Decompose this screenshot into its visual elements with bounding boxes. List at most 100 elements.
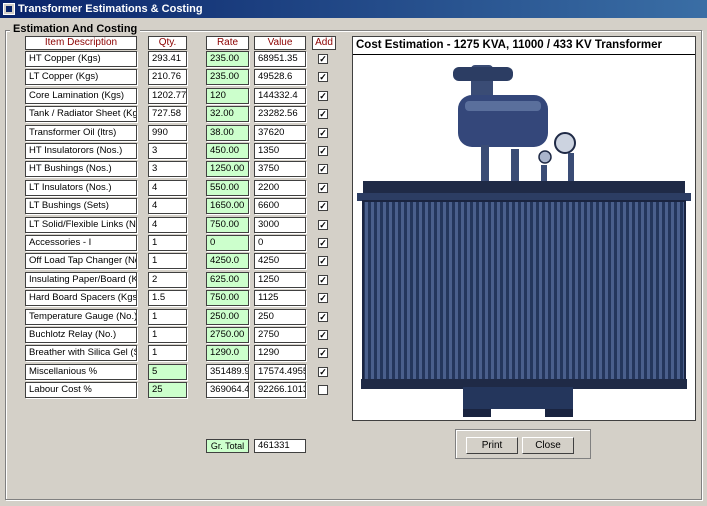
qty-field[interactable]: 4 [148, 216, 187, 233]
rate-field[interactable]: 4250.0 [206, 253, 249, 270]
table-row: LT Solid/Flexible Links (Nos.) 4 750.00 300… [0, 216, 350, 235]
value-field: 1250 [254, 271, 306, 288]
item-description-field[interactable]: LT Solid/Flexible Links (Nos.) [25, 216, 137, 233]
qty-field[interactable]: 210.76 [148, 69, 187, 86]
rate-field[interactable]: 0 [206, 235, 249, 251]
grand-total-button[interactable]: Gr. Total [206, 439, 249, 453]
table-row: Core Lamination (Kgs) 1202.77 120 144332.4 ✓ [0, 87, 350, 106]
qty-field[interactable]: 1 [148, 235, 187, 251]
value-field: 37620 [254, 124, 306, 141]
item-description-field[interactable]: Insulating Paper/Board (Kgs) [25, 271, 137, 288]
add-checkbox[interactable]: ✓ [318, 311, 328, 322]
close-button[interactable]: Close [522, 437, 574, 454]
rate-field[interactable]: 550.00 [206, 179, 249, 196]
rate-field[interactable]: 1290.0 [206, 345, 249, 362]
qty-field[interactable]: 4 [148, 198, 187, 215]
rate-field[interactable]: 235.00 [206, 69, 249, 86]
add-checkbox[interactable]: ✓ [318, 293, 328, 304]
item-description-field[interactable]: HT Copper (Kgs) [25, 51, 137, 67]
qty-field[interactable]: 1 [148, 327, 187, 343]
rate-field[interactable]: 38.00 [206, 124, 249, 141]
table-row: Miscellanious % 5 351489.91 17574.4955 ✓ [0, 363, 350, 382]
add-checkbox[interactable]: ✓ [318, 146, 328, 156]
qty-field[interactable]: 4 [148, 179, 187, 196]
value-field: 250 [254, 308, 306, 325]
add-checkbox[interactable]: ✓ [318, 330, 328, 340]
table-row: Tank / Radiator Sheet (Kgs) 727.58 32.00 23… [0, 106, 350, 124]
rate-field[interactable]: 351489.91 [206, 363, 249, 380]
qty-field[interactable]: 1 [148, 253, 187, 270]
rate-field[interactable]: 235.00 [206, 51, 249, 67]
value-field: 1350 [254, 143, 306, 159]
qty-field[interactable]: 1202.77 [148, 87, 187, 104]
add-checkbox[interactable]: ✓ [318, 164, 328, 175]
add-checkbox[interactable]: ✓ [318, 219, 328, 230]
title-bar[interactable]: Transformer Estimations & Costing [0, 0, 707, 18]
item-description-field[interactable]: Core Lamination (Kgs) [25, 87, 137, 104]
item-description-field[interactable]: Breather with Silica Gel (Set) [25, 345, 137, 362]
rate-field[interactable]: 1650.00 [206, 198, 249, 215]
rate-field[interactable]: 625.00 [206, 271, 249, 288]
add-checkbox[interactable]: ✓ [318, 54, 328, 64]
item-description-field[interactable]: HT Insulatorors (Nos.) [25, 143, 137, 159]
table-row: HT Copper (Kgs) 293.41 235.00 68951.35 ✓ [0, 51, 350, 69]
add-checkbox[interactable]: ✓ [318, 127, 328, 138]
rate-field[interactable]: 750.00 [206, 216, 249, 233]
add-checkbox[interactable]: ✓ [318, 348, 328, 359]
item-description-field[interactable]: Transformer Oil (ltrs) [25, 124, 137, 141]
add-checkbox[interactable]: ✓ [318, 201, 328, 212]
add-checkbox[interactable]: ✓ [318, 72, 328, 83]
item-description-field[interactable]: LT Copper (Kgs) [25, 69, 137, 86]
table-row: LT Copper (Kgs) 210.76 235.00 49528.6 ✓ [0, 69, 350, 87]
add-checkbox[interactable]: ✓ [318, 182, 328, 193]
rate-field[interactable]: 32.00 [206, 106, 249, 123]
rate-field[interactable]: 450.00 [206, 143, 249, 159]
qty-field[interactable]: 293.41 [148, 51, 187, 67]
add-checkbox[interactable]: ✓ [318, 256, 328, 267]
add-checkbox[interactable]: ✓ [318, 366, 328, 377]
rate-field[interactable]: 369064.40 [206, 382, 249, 399]
add-checkbox[interactable]: ✓ [318, 274, 328, 285]
value-field: 23282.56 [254, 106, 306, 123]
group-title: Estimation And Costing [10, 23, 141, 35]
rate-field[interactable]: 120 [206, 87, 249, 104]
qty-field[interactable]: 3 [148, 161, 187, 178]
add-checkbox[interactable]: ✓ [318, 238, 328, 248]
table-row: Transformer Oil (ltrs) 990 38.00 37620 ✓ [0, 124, 350, 143]
item-description-field[interactable]: HT Bushings (Nos.) [25, 161, 137, 178]
value-field: 3000 [254, 216, 306, 233]
value-field: 1125 [254, 290, 306, 307]
item-description-field[interactable]: LT Insulators (Nos.) [25, 179, 137, 196]
item-description-field[interactable]: Labour Cost % [25, 382, 137, 399]
qty-field[interactable]: 25 [148, 382, 187, 399]
qty-field[interactable]: 1 [148, 308, 187, 325]
item-description-field[interactable]: Miscellanious % [25, 363, 137, 380]
add-checkbox[interactable]: ✓ [318, 109, 328, 120]
item-description-field[interactable]: Tank / Radiator Sheet (Kgs) [25, 106, 137, 123]
qty-field[interactable]: 990 [148, 124, 187, 141]
qty-field[interactable]: 3 [148, 143, 187, 159]
add-checkbox[interactable]: ✓ [318, 90, 328, 101]
table-row: Off Load Tap Changer (No.) 1 4250.0 4250 ✓ [0, 253, 350, 271]
rate-field[interactable]: 2750.00 [206, 327, 249, 343]
header-rate: Rate [206, 36, 249, 50]
qty-field[interactable]: 727.58 [148, 106, 187, 123]
rate-field[interactable]: 250.00 [206, 308, 249, 325]
qty-field[interactable]: 2 [148, 271, 187, 288]
item-description-field[interactable]: Buchlotz Relay (No.) [25, 327, 137, 343]
add-checkbox[interactable] [318, 385, 328, 396]
item-description-field[interactable]: Hard Board Spacers (Kgs) [25, 290, 137, 307]
item-description-field[interactable]: Off Load Tap Changer (No.) [25, 253, 137, 270]
print-button[interactable]: Print [466, 437, 518, 454]
rate-field[interactable]: 1250.00 [206, 161, 249, 178]
item-description-field[interactable]: Accessories - I [25, 235, 137, 251]
qty-field[interactable]: 5 [148, 363, 187, 380]
rate-field[interactable]: 750.00 [206, 290, 249, 307]
item-description-field[interactable]: LT Bushings (Sets) [25, 198, 137, 215]
qty-field[interactable]: 1 [148, 345, 187, 362]
header-item-description: Item Description [25, 36, 137, 50]
qty-field[interactable]: 1.5 [148, 290, 187, 307]
value-field: 1290 [254, 345, 306, 362]
table-row: Accessories - I 1 0 0 ✓ [0, 235, 350, 253]
item-description-field[interactable]: Temperature Gauge (No.) [25, 308, 137, 325]
